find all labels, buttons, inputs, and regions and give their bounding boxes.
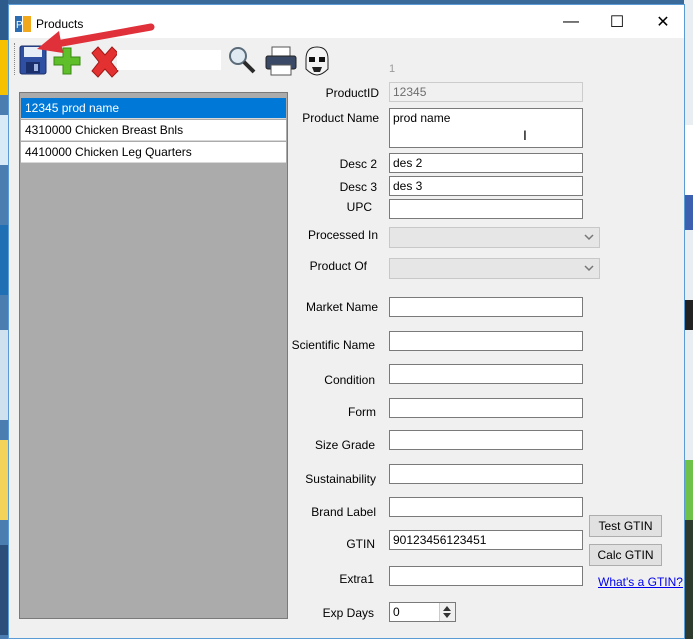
- processed-in-select[interactable]: [389, 227, 600, 248]
- stepper-buttons[interactable]: [439, 603, 455, 621]
- chevron-down-icon: [584, 234, 594, 241]
- desc3-label: Desc 3: [339, 180, 377, 194]
- desktop-icon: [684, 520, 693, 639]
- product-name-value: prod name: [393, 111, 451, 125]
- whats-gtin-link[interactable]: What's a GTIN?: [598, 575, 683, 589]
- annotation-arrow: [37, 23, 155, 53]
- scientific-name-label: Scientific Name: [291, 338, 375, 352]
- desktop-right-strip: [684, 0, 693, 639]
- chevron-down-icon: [584, 265, 594, 272]
- desktop-icon: [684, 300, 693, 330]
- desktop-icon: [0, 330, 8, 420]
- condition-label: Condition: [324, 373, 375, 387]
- extra1-label: Extra1: [339, 572, 374, 586]
- maximize-icon: ☐: [609, 13, 625, 31]
- test-gtin-button[interactable]: Test GTIN: [589, 515, 662, 537]
- market-name-label: Market Name: [305, 300, 378, 314]
- print-icon[interactable]: [264, 45, 298, 77]
- minimize-button[interactable]: —: [548, 5, 594, 38]
- desktop-icon: [0, 0, 8, 40]
- desktop-icon: [0, 440, 8, 520]
- minimize-icon: —: [563, 12, 579, 30]
- close-button[interactable]: ✕: [640, 5, 686, 38]
- size-grade-field[interactable]: [389, 430, 583, 450]
- product-of-label: Product Of: [309, 259, 367, 273]
- desktop-icon: [0, 545, 8, 635]
- close-icon: ✕: [656, 13, 670, 31]
- desktop-left-strip: [0, 0, 8, 639]
- product-id-label: ProductID: [325, 86, 379, 100]
- list-item[interactable]: 12345 prod name: [21, 98, 286, 119]
- exp-days-label: Exp Days: [322, 606, 374, 620]
- gtin-label: GTIN: [346, 537, 375, 551]
- desc3-field[interactable]: [389, 176, 583, 196]
- exp-days-value: 0: [393, 605, 400, 619]
- market-name-field[interactable]: [389, 297, 583, 317]
- condition-field[interactable]: [389, 364, 583, 384]
- upc-label: UPC: [346, 200, 372, 214]
- form-label: Form: [348, 405, 376, 419]
- calc-gtin-button[interactable]: Calc GTIN: [589, 544, 662, 566]
- svg-text:P: P: [16, 20, 23, 31]
- caret-down-icon[interactable]: [443, 613, 451, 619]
- brand-label-field[interactable]: [389, 497, 583, 517]
- form-field[interactable]: [389, 398, 583, 418]
- size-grade-label: Size Grade: [314, 438, 375, 452]
- toolbar-grip[interactable]: [14, 43, 17, 75]
- desktop-icon: [684, 195, 693, 230]
- app-logo-icon: P: [15, 16, 31, 32]
- list-item[interactable]: 4410000 Chicken Leg Quarters: [21, 142, 286, 163]
- extra1-field[interactable]: [389, 566, 583, 586]
- brand-label-label: Brand Label: [311, 505, 376, 519]
- desktop-icon: [684, 460, 693, 520]
- products-window: P Products — ☐ ✕ 12345 prod name 4310000…: [8, 4, 685, 639]
- desc2-field[interactable]: [389, 153, 583, 173]
- stormtrooper-icon[interactable]: [302, 45, 332, 77]
- text-cursor-icon: I: [523, 127, 527, 143]
- search-icon[interactable]: [227, 45, 257, 75]
- desktop-icon: [0, 115, 8, 165]
- caret-up-icon[interactable]: [443, 605, 451, 611]
- product-of-select[interactable]: [389, 258, 600, 279]
- product-name-label: Product Name: [302, 111, 379, 125]
- upc-field[interactable]: [389, 199, 583, 219]
- processed-in-label: Processed In: [307, 228, 378, 242]
- desktop-window-edge: [684, 125, 693, 195]
- product-id-field[interactable]: [389, 82, 583, 102]
- list-item[interactable]: 4310000 Chicken Breast Bnls: [21, 120, 286, 141]
- sustainability-field[interactable]: [389, 464, 583, 484]
- gtin-field[interactable]: [389, 530, 583, 550]
- product-name-field[interactable]: prod name I: [389, 108, 583, 148]
- desc2-label: Desc 2: [339, 157, 377, 171]
- record-index: 1: [389, 63, 396, 75]
- desktop-icon: [0, 40, 8, 95]
- maximize-button[interactable]: ☐: [594, 5, 640, 38]
- product-list[interactable]: 12345 prod name 4310000 Chicken Breast B…: [19, 92, 288, 619]
- desktop-icon: [0, 225, 8, 295]
- sustainability-label: Sustainability: [305, 472, 376, 486]
- scientific-name-field[interactable]: [389, 331, 583, 351]
- exp-days-stepper[interactable]: 0: [389, 602, 456, 622]
